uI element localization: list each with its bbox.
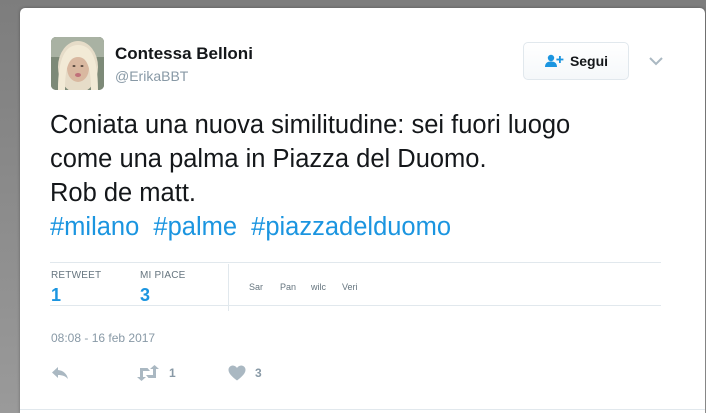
liker-avatar-label[interactable]: Veri (342, 282, 373, 292)
tweet-text: Coniata una nuova similitudine: sei fuor… (50, 108, 670, 244)
hashtag-link[interactable]: #piazzadelduomo (251, 213, 451, 241)
liker-avatar-label[interactable]: wilc (311, 282, 342, 292)
follow-button-label: Segui (569, 53, 609, 69)
window-background: Contessa Belloni @ErikaBBT Segui Coniata… (0, 0, 706, 413)
hashtag-link[interactable]: #palme (153, 213, 237, 241)
tweet-timestamp[interactable]: 08:08 - 16 feb 2017 (51, 331, 155, 345)
hashtag-link[interactable]: #milano (50, 213, 139, 241)
retweet-stat-count: 1 (51, 285, 62, 305)
follow-user-icon (544, 54, 564, 67)
reply-icon (52, 367, 68, 379)
tweet-line: Coniata una nuova similitudine: sei fuor… (50, 111, 571, 139)
avatar[interactable] (51, 37, 104, 90)
chevron-down-icon[interactable] (648, 54, 664, 68)
divider (50, 305, 661, 306)
likes-stat-label: MI PIACE (140, 270, 186, 281)
retweet-stat-label: RETWEET (51, 270, 102, 281)
user-handle[interactable]: @ErikaBBT (115, 68, 188, 84)
retweet-button[interactable]: 1 (136, 365, 176, 381)
likes-stat-count: 3 (140, 285, 151, 305)
retweet-stat[interactable]: RETWEET 1 (51, 270, 101, 306)
avatar-image (51, 37, 104, 90)
likers-list: Sar Pan wilc Veri (249, 282, 373, 292)
follow-button[interactable]: Segui (523, 42, 629, 80)
liker-avatar-label[interactable]: Sar (249, 282, 280, 292)
user-name[interactable]: Contessa Belloni (115, 44, 253, 64)
tweet-line: Rob de matt. (50, 179, 196, 207)
stats-separator (228, 264, 229, 311)
heart-icon (228, 365, 246, 381)
hashtag-list: #milano #palme #piazzadelduomo (50, 210, 670, 244)
card-bottom-border (20, 409, 705, 410)
likes-stat[interactable]: MI PIACE 3 (140, 270, 186, 306)
retweet-count: 1 (169, 366, 176, 380)
tweet-card: Contessa Belloni @ErikaBBT Segui Coniata… (20, 8, 705, 413)
reply-button[interactable] (50, 365, 70, 381)
liker-avatar-label[interactable]: Pan (280, 282, 311, 292)
like-count: 3 (255, 366, 262, 380)
retweet-icon (137, 365, 159, 381)
tweet-line: come una palma in Piazza del Duomo. (50, 145, 487, 173)
like-button[interactable]: 3 (228, 365, 262, 381)
divider (50, 262, 661, 263)
